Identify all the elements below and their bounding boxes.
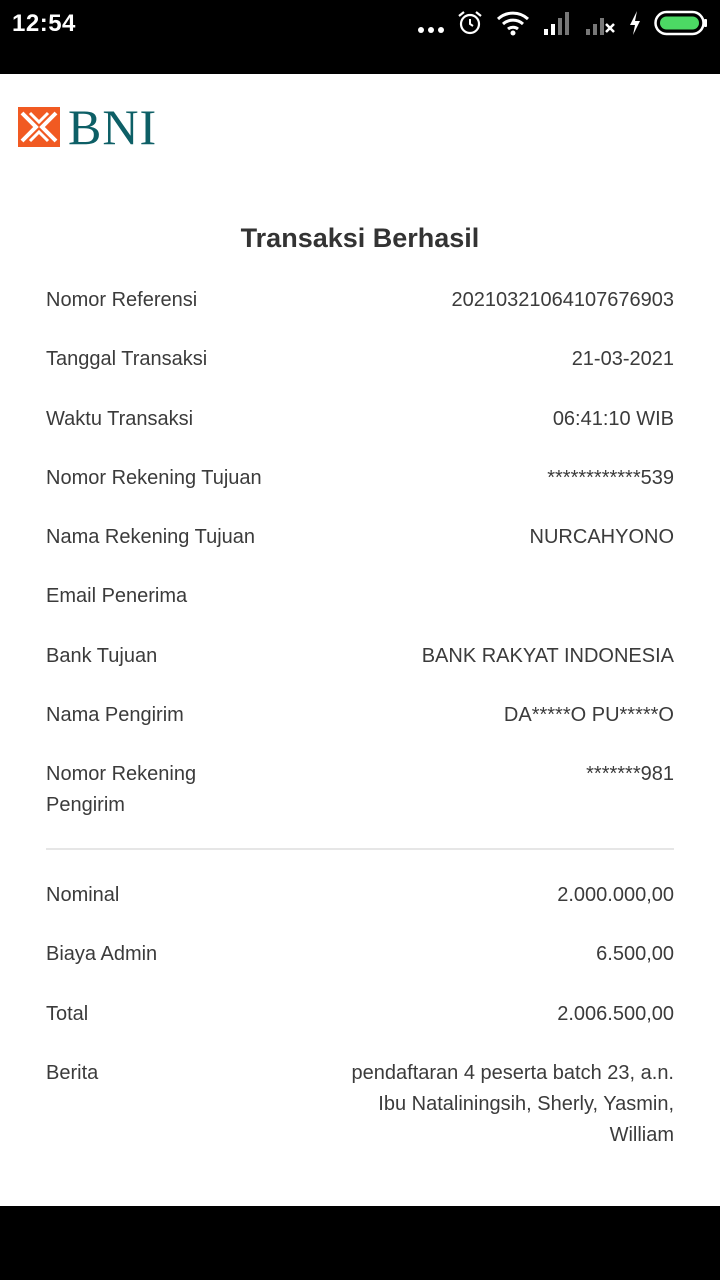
detail-value: 20210321064107676903 bbox=[451, 289, 674, 311]
bni-logo-text: BNI bbox=[68, 99, 158, 155]
detail-value: 06:41:10 WIB bbox=[552, 407, 674, 430]
detail-label: Nomor Rekening Pengirim bbox=[46, 763, 197, 817]
detail-label: Nomor Referensi bbox=[46, 289, 198, 311]
detail-value: *******981 bbox=[586, 763, 674, 786]
detail-value: BANK RAKYAT INDONESIA bbox=[421, 644, 674, 667]
transaction-details: Nomor Referensi 20210321064107676903 Tan… bbox=[46, 285, 674, 821]
summary-row-total: Total 2.006.500,00 bbox=[46, 999, 674, 1058]
summary-row-admin-fee: Biaya Admin 6.500,00 bbox=[46, 939, 674, 998]
summary-value: 2.000.000,00 bbox=[557, 884, 674, 906]
detail-value: DA*****O PU*****O bbox=[503, 704, 674, 727]
battery-icon bbox=[654, 10, 708, 41]
alarm-icon bbox=[456, 9, 484, 42]
summary-row-nominal: Nominal 2.000.000,00 bbox=[46, 880, 674, 939]
summary-value: 6.500,00 bbox=[596, 943, 674, 966]
detail-label: Tanggal Transaksi bbox=[46, 348, 208, 371]
detail-label: Nama Pengirim bbox=[46, 704, 184, 727]
signal-icon bbox=[542, 9, 572, 42]
summary-label: Total bbox=[46, 1002, 89, 1025]
detail-row-transaction-date: Tanggal Transaksi 21-03-2021 bbox=[46, 344, 674, 403]
page-title: Transaksi Berhasil bbox=[240, 223, 480, 253]
detail-row-destination-account: Nomor Rekening Tujuan ************539 bbox=[46, 463, 674, 522]
charging-icon bbox=[628, 10, 642, 41]
more-dots-icon bbox=[418, 27, 444, 33]
signal-off-icon bbox=[584, 9, 616, 42]
detail-value: 21-03-2021 bbox=[571, 348, 674, 371]
status-bar: 12:54 bbox=[0, 0, 720, 74]
status-icons bbox=[418, 8, 708, 42]
section-divider bbox=[46, 848, 674, 850]
detail-value: ************539 bbox=[547, 466, 674, 489]
detail-label: Email Penerima bbox=[46, 585, 188, 608]
detail-row-transaction-time: Waktu Transaksi 06:41:10 WIB bbox=[46, 404, 674, 463]
transaction-summary: Nominal 2.000.000,00 Biaya Admin 6.500,0… bbox=[46, 880, 674, 1151]
detail-label: Nomor Rekening Tujuan bbox=[46, 466, 262, 489]
detail-value: NURCAHYONO bbox=[529, 526, 674, 549]
status-time: 12:54 bbox=[12, 10, 76, 37]
summary-label: Biaya Admin bbox=[46, 943, 158, 966]
summary-row-message: Berita pendaftaran 4 peserta batch 23, a… bbox=[46, 1058, 674, 1151]
detail-row-destination-name: Nama Rekening Tujuan NURCAHYONO bbox=[46, 522, 674, 581]
summary-label: Nominal bbox=[46, 884, 120, 906]
summary-value: pendaftaran 4 peserta batch 23, a.n. Ibu… bbox=[351, 1061, 674, 1146]
detail-label: Bank Tujuan bbox=[46, 644, 158, 667]
navigation-bar bbox=[0, 1206, 720, 1280]
summary-label: Berita bbox=[46, 1061, 99, 1084]
detail-label: Waktu Transaksi bbox=[46, 407, 194, 430]
bni-emblem-icon bbox=[18, 107, 60, 147]
detail-row-reference-number: Nomor Referensi 20210321064107676903 bbox=[46, 285, 674, 344]
detail-row-sender-account: Nomor Rekening Pengirim *******981 bbox=[46, 759, 674, 821]
receipt-screen: BNI Transaksi Berhasil Nomor Referensi 2… bbox=[0, 74, 720, 1206]
detail-row-destination-bank: Bank Tujuan BANK RAKYAT INDONESIA bbox=[46, 641, 674, 700]
detail-row-recipient-email: Email Penerima bbox=[46, 581, 674, 640]
bni-logo: BNI bbox=[18, 102, 157, 152]
wifi-icon bbox=[496, 9, 530, 42]
detail-row-sender-name: Nama Pengirim DA*****O PU*****O bbox=[46, 700, 674, 759]
summary-value: 2.006.500,00 bbox=[557, 1002, 674, 1025]
detail-label: Nama Rekening Tujuan bbox=[46, 526, 256, 549]
